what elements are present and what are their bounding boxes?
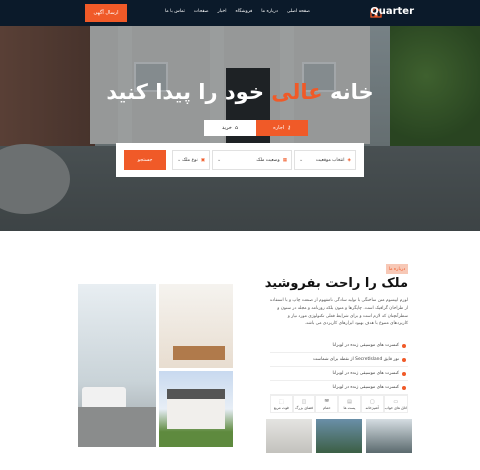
about-badge: درباره ما — [386, 264, 408, 274]
status-icon: ▦ — [282, 157, 287, 163]
bath-icon: ◚ — [324, 398, 330, 405]
area-icon: ⬚ — [278, 398, 284, 405]
post-icon: ▤ — [347, 398, 352, 405]
kitchen-icon: ▢ — [369, 398, 375, 405]
spec-area: ⬚ فوت مربع — [269, 395, 293, 413]
chevron-down-icon: ⌄ — [217, 157, 222, 163]
page: Quarter صفحه اصلی درباره ما فروشگاه اخبا… — [0, 0, 480, 470]
thumbnail-gallery — [266, 419, 414, 453]
dining-room-photo — [159, 284, 233, 368]
chevron-down-icon: ⌄ — [299, 157, 304, 163]
spec-bath: ◚ حمام — [315, 395, 339, 413]
search-tabs: خرید ⌂ اجاره ⚷ — [204, 120, 308, 136]
thumbnail-modern-house[interactable] — [366, 419, 412, 453]
nav-pages[interactable]: صفحات — [194, 9, 209, 14]
search-box: جستجو ⌄ وضعیت ملک ▦ ⌄ نوع ملک ▣ ⌄ انتخاب… — [116, 143, 364, 177]
location-select[interactable]: ⌄ انتخاب موقعیت ◈ — [294, 150, 356, 170]
about-text: لورم ایپسوم متن ساختگی با تولید سادگی نا… — [269, 298, 408, 327]
spec-bedrooms: ▭ اتاق های خواب — [383, 395, 408, 413]
nav-news[interactable]: اخبار — [218, 9, 227, 14]
nav-contact[interactable]: تماس با ما — [165, 9, 185, 14]
nav-shop[interactable]: فروشگاه — [235, 9, 252, 14]
list-item: تور قایق SecretIsland از نقطه برای شماست — [270, 353, 408, 367]
thumbnail-living-room[interactable] — [266, 419, 312, 453]
about-title: ملک را راحت بفروشید — [264, 276, 408, 291]
navbar: Quarter صفحه اصلی درباره ما فروشگاه اخبا… — [0, 0, 480, 26]
bullet-icon — [402, 357, 406, 362]
bullet-icon — [402, 371, 406, 376]
house-exterior-photo — [159, 371, 233, 447]
tab-rent[interactable]: اجاره ⚷ — [256, 120, 308, 136]
bullet-icon — [402, 343, 406, 348]
spec-grid: ▭ اتاق های خواب ▢ آشپزخانه ▤ پست ها ◚ حمام ◫… — [269, 395, 408, 413]
hero-title: خانه عالی خود را پیدا کنید — [106, 80, 374, 104]
search-button[interactable]: جستجو — [124, 150, 166, 170]
space-icon: ◫ — [301, 398, 307, 405]
living-room-photo — [78, 284, 156, 447]
brand-name[interactable]: Quarter — [370, 6, 414, 17]
property-type-select[interactable]: ⌄ نوع ملک ▣ — [172, 150, 210, 170]
hero-section: خانه عالی خود را پیدا کنید خرید ⌂ اجاره … — [0, 26, 480, 231]
home-icon: ⌂ — [234, 125, 239, 131]
post-ad-button[interactable]: ارسال آگهی — [85, 4, 127, 22]
type-icon: ▣ — [200, 157, 205, 163]
chevron-down-icon: ⌄ — [177, 157, 182, 163]
hero-title-highlight: عالی — [271, 80, 323, 104]
thumbnail-pool-house[interactable] — [316, 419, 362, 453]
bullet-icon — [402, 385, 406, 390]
key-icon: ⚷ — [287, 125, 291, 131]
spec-space: ◫ فضای بزرگ — [292, 395, 316, 413]
spec-posts: ▤ پست ها — [338, 395, 361, 413]
spec-kitchen: ▢ آشپزخانه — [360, 395, 384, 413]
list-item: کنسرت های موسیقی زنده در لوبرانا — [270, 381, 408, 395]
tab-buy[interactable]: خرید ⌂ — [204, 120, 256, 136]
bed-icon: ▭ — [393, 398, 399, 405]
property-status-select[interactable]: ⌄ وضعیت ملک ▦ — [212, 150, 292, 170]
list-item: کنسرت های موسیقی زنده در لوبرانا — [270, 339, 408, 353]
nav-about[interactable]: درباره ما — [261, 9, 278, 14]
feature-list: کنسرت های موسیقی زنده در لوبرانا تور قای… — [270, 339, 408, 395]
main-nav: صفحه اصلی درباره ما فروشگاه اخبار صفحات … — [165, 9, 310, 14]
location-icon: ◈ — [347, 157, 351, 163]
list-item: کنسرت های موسیقی زنده در لوبرانا — [270, 367, 408, 381]
nav-home[interactable]: صفحه اصلی — [287, 9, 310, 14]
